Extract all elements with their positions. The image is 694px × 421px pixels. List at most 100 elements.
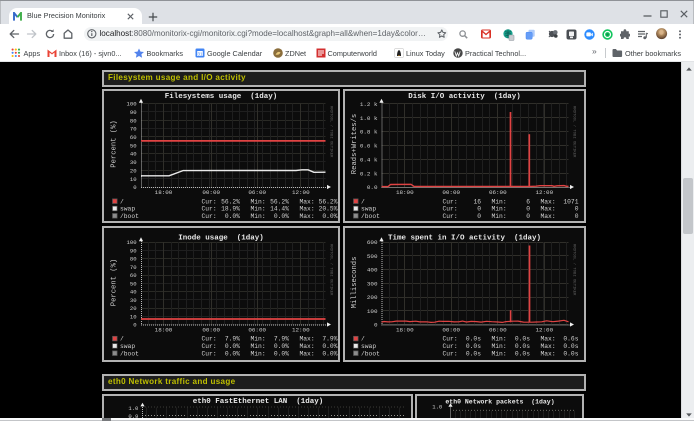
svg-text:Inode usage (1day): Inode usage (1day)	[178, 234, 264, 242]
svg-text:90: 90	[130, 109, 137, 116]
svg-text:Min:: Min:	[492, 213, 507, 220]
svg-text:1.0: 1.0	[432, 403, 443, 410]
svg-text:Max:: Max:	[541, 343, 556, 350]
svg-text:Max:: Max:	[300, 198, 315, 205]
svg-text:00:00: 00:00	[442, 327, 460, 334]
svg-text:0: 0	[374, 322, 378, 329]
svg-text:eth0 Network packets (1day): eth0 Network packets (1day)	[445, 398, 554, 405]
svg-text:0: 0	[526, 206, 530, 213]
svg-text:Max:: Max:	[300, 350, 315, 357]
svg-text:0.0s: 0.0s	[563, 343, 578, 350]
svg-text:Filesystems usage (1day): Filesystems usage (1day)	[165, 93, 278, 101]
svg-text:18:00: 18:00	[155, 327, 173, 334]
svg-text:0.6s: 0.6s	[563, 336, 578, 343]
svg-text:swap: swap	[120, 206, 135, 213]
svg-text:0.0%: 0.0%	[274, 213, 289, 220]
svg-text:0.0s: 0.0s	[515, 343, 530, 350]
svg-text:70: 70	[130, 264, 137, 271]
svg-text:Cur:: Cur:	[202, 206, 217, 213]
svg-text:0.0%: 0.0%	[322, 213, 337, 220]
svg-text:0.0s: 0.0s	[563, 350, 578, 357]
svg-text:swap: swap	[361, 206, 376, 213]
svg-text:Max:: Max:	[300, 213, 315, 220]
svg-text:12:00: 12:00	[535, 189, 553, 196]
svg-text:0.6 k: 0.6 k	[360, 143, 378, 150]
svg-text:Cur:: Cur:	[443, 343, 458, 350]
svg-text:Min:: Min:	[492, 336, 507, 343]
svg-text:Min:: Min:	[251, 336, 266, 343]
svg-text:swap: swap	[120, 343, 135, 350]
svg-text:Max:: Max:	[541, 336, 556, 343]
svg-text:1.0: 1.0	[128, 405, 139, 412]
svg-text:eth0 FastEthernet LAN (1day): eth0 FastEthernet LAN (1day)	[193, 398, 324, 406]
svg-text:20: 20	[130, 305, 137, 312]
svg-text:RRDTOOL / TOBI OETIKER: RRDTOOL / TOBI OETIKER	[572, 244, 577, 296]
svg-text:00:00: 00:00	[442, 189, 460, 196]
svg-text:Min:: Min:	[492, 350, 507, 357]
svg-text:/boot: /boot	[120, 213, 139, 220]
svg-text:100: 100	[367, 308, 378, 315]
svg-text:20: 20	[130, 167, 137, 174]
svg-text:Min:: Min:	[251, 350, 266, 357]
svg-text:100: 100	[127, 239, 138, 246]
svg-text:06:00: 06:00	[248, 189, 266, 196]
svg-text:Cur:: Cur:	[202, 213, 217, 220]
svg-text:Percent (%): Percent (%)	[110, 120, 118, 167]
svg-text:/: /	[120, 336, 124, 343]
svg-text:20.5%: 20.5%	[319, 206, 338, 213]
svg-text:/boot: /boot	[120, 350, 139, 357]
svg-text:RRDTOOL / TOBI OETIKER: RRDTOOL / TOBI OETIKER	[572, 106, 577, 158]
svg-text:/boot: /boot	[361, 213, 380, 220]
svg-text:Cur:: Cur:	[443, 213, 458, 220]
svg-text:60: 60	[130, 134, 137, 141]
svg-text:7.9%: 7.9%	[274, 336, 289, 343]
svg-text:0.0s: 0.0s	[466, 350, 481, 357]
svg-text:90: 90	[130, 247, 137, 254]
svg-text:1.2 k: 1.2 k	[360, 101, 378, 108]
svg-text:0.0s: 0.0s	[466, 336, 481, 343]
svg-text:0.0%: 0.0%	[322, 343, 337, 350]
svg-text:0.0s: 0.0s	[466, 343, 481, 350]
svg-text:Min:: Min:	[492, 198, 507, 205]
svg-text:Min:: Min:	[251, 198, 266, 205]
svg-text:18:00: 18:00	[155, 189, 173, 196]
svg-text:Min:: Min:	[251, 213, 266, 220]
svg-text:100: 100	[127, 101, 138, 108]
svg-text:Min:: Min:	[492, 206, 507, 213]
svg-text:Max:: Max:	[541, 213, 556, 220]
svg-text:Cur:: Cur:	[202, 336, 217, 343]
svg-text:Reads+Writes/s: Reads+Writes/s	[351, 114, 359, 174]
svg-text:1.0 k: 1.0 k	[360, 115, 378, 122]
svg-text:16: 16	[473, 198, 481, 205]
svg-text:Min:: Min:	[251, 343, 266, 350]
svg-text:60: 60	[130, 272, 137, 279]
svg-text:0.0%: 0.0%	[225, 343, 240, 350]
svg-text:18:00: 18:00	[396, 189, 414, 196]
svg-text:40: 40	[130, 151, 137, 158]
svg-text:Cur:: Cur:	[443, 350, 458, 357]
svg-text:0: 0	[575, 206, 579, 213]
svg-text:30: 30	[130, 159, 137, 166]
svg-text:18.9%: 18.9%	[221, 206, 240, 213]
svg-text:50: 50	[130, 280, 137, 287]
svg-text:6: 6	[526, 198, 530, 205]
svg-text:00:00: 00:00	[202, 327, 220, 334]
svg-text:70: 70	[130, 126, 137, 133]
svg-text:10: 10	[130, 176, 137, 183]
svg-text:Time spent in I/O activity (1: Time spent in I/O activity (1day)	[388, 234, 541, 242]
svg-text:Disk I/O activity (1day): Disk I/O activity (1day)	[408, 93, 521, 101]
svg-text:300: 300	[367, 280, 378, 287]
svg-text:Max:: Max:	[300, 343, 315, 350]
svg-text:Max:: Max:	[541, 206, 556, 213]
svg-text:Max:: Max:	[541, 350, 556, 357]
svg-text:0.0: 0.0	[367, 184, 378, 191]
svg-text:600: 600	[367, 239, 378, 246]
svg-text:/: /	[361, 336, 365, 343]
svg-text:10: 10	[130, 313, 137, 320]
svg-text:80: 80	[130, 256, 137, 263]
svg-text:Cur:: Cur:	[443, 336, 458, 343]
svg-text:Percent (%): Percent (%)	[110, 259, 118, 306]
svg-text:0.0%: 0.0%	[225, 350, 240, 357]
svg-text:06:00: 06:00	[489, 327, 507, 334]
svg-text:12:00: 12:00	[535, 327, 553, 334]
